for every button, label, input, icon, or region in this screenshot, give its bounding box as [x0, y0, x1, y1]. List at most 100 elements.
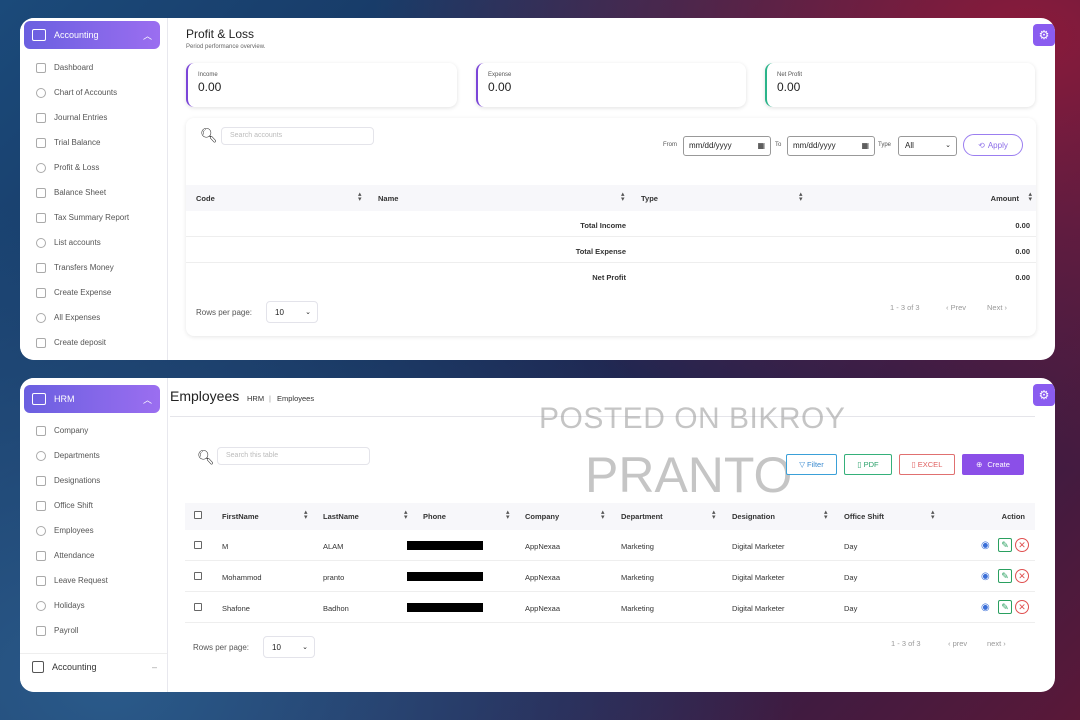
- edit-pencil-icon[interactable]: ✎: [998, 600, 1012, 614]
- income-label: Income: [198, 72, 218, 78]
- file-icon: ▯: [857, 460, 862, 469]
- sidebar-item-create-deposit[interactable]: Create deposit: [20, 330, 167, 355]
- sort-icon[interactable]: ▴ ▾: [621, 191, 625, 203]
- sidebar-item-list-accounts[interactable]: List accounts: [20, 230, 167, 255]
- column-header-lastname[interactable]: LastName: [323, 512, 359, 521]
- delete-x-icon[interactable]: ✕: [1015, 569, 1029, 583]
- sort-icon[interactable]: ▴ ▾: [506, 509, 510, 521]
- sidebar-item-all-expenses[interactable]: All Expenses: [20, 305, 167, 330]
- pagination-range: 1 - 3 of 3: [891, 639, 921, 648]
- delete-x-icon[interactable]: ✕: [1015, 600, 1029, 614]
- type-label: Type: [878, 142, 892, 148]
- to-date-input[interactable]: mm/dd/yyyy ▦: [787, 136, 875, 156]
- next-page-button[interactable]: Next ›: [987, 303, 1007, 312]
- edit-pencil-icon[interactable]: ✎: [998, 538, 1012, 552]
- sort-icon[interactable]: ▴ ▾: [404, 509, 408, 521]
- sidebar-item-create-expense[interactable]: Create Expense: [20, 280, 167, 305]
- sidebar-item-office-shift[interactable]: Office Shift: [20, 493, 167, 518]
- row-amount: 0.00: [1015, 273, 1030, 282]
- sort-icon[interactable]: ▴ ▾: [1028, 191, 1032, 203]
- sidebar-item-trial-balance[interactable]: Trial Balance: [20, 130, 167, 155]
- page-subtitle: Period performance overview.: [186, 44, 266, 50]
- column-header-type[interactable]: Type: [641, 194, 658, 203]
- table-row: Total Expense 0.00: [186, 238, 1036, 263]
- view-eye-icon[interactable]: ◉: [981, 602, 995, 613]
- sidebar-item-designations[interactable]: Designations: [20, 468, 167, 493]
- breadcrumb-hrm[interactable]: HRM: [247, 394, 264, 403]
- pdf-label: PDF: [863, 460, 879, 469]
- column-header-company[interactable]: Company: [525, 512, 559, 521]
- sidebar-header-accounting[interactable]: Accounting ︿: [24, 21, 160, 49]
- row-checkbox[interactable]: [194, 541, 202, 549]
- calendar-icon: ▦: [757, 141, 765, 150]
- sidebar-header-hrm[interactable]: HRM ︿: [24, 385, 160, 413]
- rows-per-page-select[interactable]: 10 ⌄: [266, 301, 318, 323]
- pdf-button[interactable]: ▯ PDF: [844, 454, 892, 475]
- column-header-phone[interactable]: Phone: [423, 512, 446, 521]
- view-eye-icon[interactable]: ◉: [981, 571, 995, 582]
- sort-icon[interactable]: ▴ ▾: [712, 509, 716, 521]
- plus-circle-icon: ⊕: [976, 460, 983, 469]
- sidebar-item-transfers-money[interactable]: Transfers Money: [20, 255, 167, 280]
- sort-icon[interactable]: ▴ ▾: [304, 509, 308, 521]
- search-input[interactable]: Search this table: [217, 447, 370, 465]
- leave-icon: [36, 575, 46, 586]
- column-header-amount[interactable]: Amount: [991, 194, 1019, 203]
- sidebar-item-profit-loss[interactable]: Profit & Loss: [20, 155, 167, 180]
- column-header-designation[interactable]: Designation: [732, 512, 775, 521]
- sort-icon[interactable]: ▴ ▾: [601, 509, 605, 521]
- from-date-input[interactable]: mm/dd/yyyy ▦: [683, 136, 771, 156]
- sidebar-item-journal-entries[interactable]: Journal Entries: [20, 105, 167, 130]
- accounting-sidebar: Accounting ︿ Dashboard Chart of Accounts J…: [20, 18, 168, 360]
- sidebar-item-departments[interactable]: Departments: [20, 443, 167, 468]
- row-checkbox[interactable]: [194, 603, 202, 611]
- sort-icon[interactable]: ▴ ▾: [358, 191, 362, 203]
- sidebar-item-chart-of-accounts[interactable]: Chart of Accounts: [20, 80, 167, 105]
- sidebar-item-tax-summary-report[interactable]: Tax Summary Report: [20, 205, 167, 230]
- search-input[interactable]: Search accounts: [221, 127, 374, 145]
- sidebar-item-accounting[interactable]: Accounting –: [20, 653, 167, 679]
- sidebar-item-balance-sheet[interactable]: Balance Sheet: [20, 180, 167, 205]
- employees-icon: [36, 525, 46, 536]
- sidebar-header-label: Accounting: [54, 30, 99, 40]
- settings-gear-icon[interactable]: ⚙: [1033, 384, 1055, 406]
- sidebar-item-holidays[interactable]: Holidays: [20, 593, 167, 618]
- sidebar-item-employees[interactable]: Employees: [20, 518, 167, 543]
- column-header-name[interactable]: Name: [378, 194, 398, 203]
- column-header-office-shift[interactable]: Office Shift: [844, 512, 884, 521]
- row-checkbox[interactable]: [194, 572, 202, 580]
- sort-icon[interactable]: ▴ ▾: [931, 509, 935, 521]
- next-page-button[interactable]: next ›: [987, 639, 1006, 648]
- chart-line-icon: [36, 62, 46, 73]
- excel-button[interactable]: ▯ EXCEL: [899, 454, 955, 475]
- sidebar-item-leave-request[interactable]: Leave Request: [20, 568, 167, 593]
- edit-pencil-icon[interactable]: ✎: [998, 569, 1012, 583]
- apply-button[interactable]: ⟲ Apply: [963, 134, 1023, 156]
- journal-icon: [36, 112, 46, 123]
- type-select[interactable]: All ⌄: [898, 136, 957, 156]
- filter-button[interactable]: ▽ Filter: [786, 454, 837, 475]
- settings-gear-icon[interactable]: ⚙: [1033, 24, 1055, 46]
- watermark-line-2: PRANTO: [585, 447, 793, 503]
- column-header-department[interactable]: Department: [621, 512, 663, 521]
- column-header-code[interactable]: Code: [196, 194, 215, 203]
- prev-page-button[interactable]: ‹ Prev: [946, 303, 966, 312]
- chart-icon: [36, 137, 46, 148]
- sidebar-item-attendance[interactable]: Attendance: [20, 543, 167, 568]
- row-label: Total Income: [580, 221, 626, 230]
- select-all-checkbox[interactable]: [194, 511, 202, 519]
- create-button[interactable]: ⊕ Create: [962, 454, 1024, 475]
- sidebar-item-payroll[interactable]: Payroll: [20, 618, 167, 643]
- sidebar-item-dashboard[interactable]: Dashboard: [20, 55, 167, 80]
- delete-x-icon[interactable]: ✕: [1015, 538, 1029, 552]
- rows-per-page-select[interactable]: 10 ⌄: [263, 636, 315, 658]
- view-eye-icon[interactable]: ◉: [981, 540, 995, 551]
- sidebar-menu: Dashboard Chart of Accounts Journal Entrie…: [20, 55, 167, 355]
- column-header-firstname[interactable]: FirstName: [222, 512, 259, 521]
- sidebar-item-company[interactable]: Company: [20, 418, 167, 443]
- sort-icon[interactable]: ▴ ▾: [799, 191, 803, 203]
- sort-icon[interactable]: ▴ ▾: [824, 509, 828, 521]
- prev-page-button[interactable]: ‹ prev: [948, 639, 967, 648]
- rows-per-page-label: Rows per page:: [196, 308, 253, 317]
- table-header: Code ▴ ▾ Name ▴ ▾ Type ▴ ▾ Amount ▴ ▾: [186, 185, 1036, 211]
